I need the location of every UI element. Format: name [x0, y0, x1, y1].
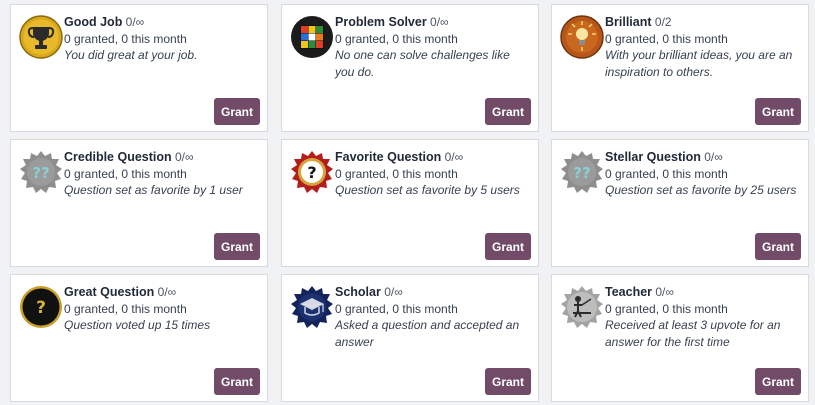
grant-button[interactable]: Grant: [485, 233, 531, 260]
badge-title: Stellar Question: [605, 150, 701, 164]
badge-title: Teacher: [605, 285, 653, 299]
badge-text: Teacher 0/∞ 0 granted, 0 this month Rece…: [605, 284, 802, 350]
graduation-cap-icon: [291, 286, 333, 328]
badge-text: Credible Question 0/∞ 0 granted, 0 this …: [64, 149, 261, 199]
badge-card-problem-solver: Problem Solver 0/∞ 0 granted, 0 this mon…: [281, 4, 539, 132]
badge-title: Good Job: [64, 15, 123, 29]
badge-description: Question set as favorite by 1 user: [64, 183, 243, 197]
trophy-icon: [19, 15, 63, 59]
svg-text:?: ?: [307, 163, 316, 182]
question-mark-icon: ?: [20, 286, 62, 328]
grant-button[interactable]: Grant: [755, 233, 801, 260]
question-mark-icon: ?: [291, 151, 333, 193]
grant-button[interactable]: Grant: [485, 368, 531, 395]
question-marks-icon: ??: [561, 151, 603, 193]
badge-title: Brilliant: [605, 15, 652, 29]
badge-description: You did great at your job.: [64, 48, 198, 62]
badge-card-favorite-question: ? Favorite Question 0/∞ 0 granted, 0 thi…: [281, 139, 539, 267]
badge-card-teacher: Teacher 0/∞ 0 granted, 0 this month Rece…: [551, 274, 809, 402]
badge-count: 0/2: [654, 15, 672, 29]
badge-description: Question voted up 15 times: [64, 318, 211, 332]
badge-count: 0/∞: [175, 150, 194, 164]
grant-button[interactable]: Grant: [214, 98, 260, 125]
badge-description: Question set as favorite by 5 users: [335, 183, 520, 197]
badge-title: Favorite Question: [335, 150, 442, 164]
grant-button[interactable]: Grant: [214, 233, 260, 260]
badge-title: Problem Solver: [335, 15, 427, 29]
badge-card-stellar-question: ?? Stellar Question 0/∞ 0 granted, 0 thi…: [551, 139, 809, 267]
badge-description: Received at least 3 upvote for an answer…: [605, 318, 781, 349]
badge-stats: 0 granted, 0 this month: [64, 31, 187, 46]
svg-text:??: ??: [32, 164, 49, 182]
question-marks-icon: ??: [20, 151, 62, 193]
badge-stats: 0 granted, 0 this month: [605, 301, 728, 316]
grant-button[interactable]: Grant: [485, 98, 531, 125]
badge-count: 0/∞: [430, 15, 449, 29]
badge-stats: 0 granted, 0 this month: [335, 166, 458, 181]
grant-button[interactable]: Grant: [755, 368, 801, 395]
badge-count: 0/∞: [157, 285, 177, 299]
badge-stats: 0 granted, 0 this month: [64, 301, 187, 316]
badge-card-brilliant: Brilliant 0/2 0 granted, 0 this month Wi…: [551, 4, 809, 132]
badge-text: Good Job 0/∞ 0 granted, 0 this month You…: [64, 14, 261, 64]
badge-stats: 0 granted, 0 this month: [335, 31, 458, 46]
grant-button[interactable]: Grant: [214, 368, 260, 395]
badge-card-credible-question: ?? Credible Question 0/∞ 0 granted, 0 th…: [10, 139, 268, 267]
badge-text: Stellar Question 0/∞ 0 granted, 0 this m…: [605, 149, 802, 199]
badge-text: Great Question 0/∞ 0 granted, 0 this mon…: [64, 284, 261, 334]
badge-title: Credible Question: [64, 150, 172, 164]
badge-count: 0/∞: [655, 285, 674, 299]
badge-count: 0/∞: [704, 150, 723, 164]
badge-count: 0/∞: [444, 150, 464, 164]
badge-description: Question set as favorite by 25 users: [605, 183, 797, 197]
badge-count: 0/∞: [384, 285, 403, 299]
badge-text: Brilliant 0/2 0 granted, 0 this month Wi…: [605, 14, 802, 80]
badge-stats: 0 granted, 0 this month: [605, 166, 728, 181]
lightbulb-icon: [560, 15, 604, 59]
badges-grid: Good Job 0/∞ 0 granted, 0 this month You…: [0, 0, 815, 405]
badge-text: Favorite Question 0/∞ 0 granted, 0 this …: [335, 149, 532, 199]
badge-card-good-job: Good Job 0/∞ 0 granted, 0 this month You…: [10, 4, 268, 132]
teacher-icon: [561, 286, 603, 328]
badge-description: No one can solve challenges like you do.: [335, 48, 510, 79]
badge-text: Problem Solver 0/∞ 0 granted, 0 this mon…: [335, 14, 532, 80]
badge-description: Asked a question and accepted an answer: [335, 318, 520, 349]
badge-title: Great Question: [64, 285, 155, 299]
badge-text: Scholar 0/∞ 0 granted, 0 this month Aske…: [335, 284, 532, 350]
badge-title: Scholar: [335, 285, 381, 299]
svg-text:?: ?: [36, 298, 46, 318]
badge-stats: 0 granted, 0 this month: [335, 301, 458, 316]
grant-button[interactable]: Grant: [755, 98, 801, 125]
badge-card-scholar: Scholar 0/∞ 0 granted, 0 this month Aske…: [281, 274, 539, 402]
badge-count: 0/∞: [125, 15, 145, 29]
badge-description: With your brilliant ideas, you are an in…: [605, 48, 793, 79]
rubiks-cube-icon: [291, 16, 333, 58]
svg-text:??: ??: [573, 164, 590, 182]
badge-card-great-question: ? Great Question 0/∞ 0 granted, 0 this m…: [10, 274, 268, 402]
badge-stats: 0 granted, 0 this month: [64, 166, 187, 181]
badge-stats: 0 granted, 0 this month: [605, 31, 728, 46]
